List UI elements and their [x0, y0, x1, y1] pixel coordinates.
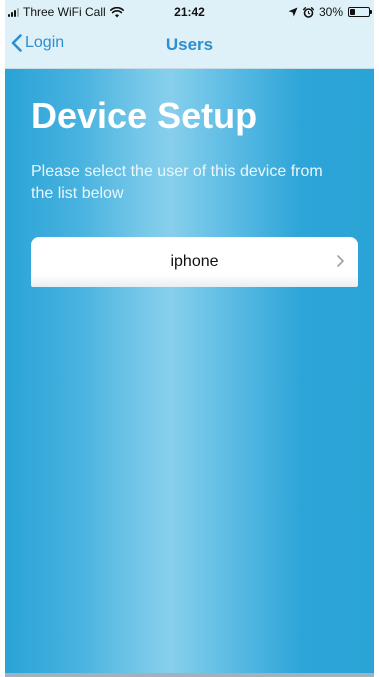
user-name-label: iphone — [170, 253, 219, 270]
device-screen: Three WiFi Call 21:42 30% Login Users De… — [5, 0, 374, 677]
location-icon — [288, 7, 298, 17]
chevron-right-icon — [337, 255, 344, 267]
nav-title: Users — [165, 35, 214, 54]
battery-level-fill — [350, 9, 355, 15]
battery-percent: 30% — [318, 5, 343, 19]
main-content: Device Setup Please select the user of t… — [5, 69, 374, 677]
user-list: iphone — [31, 237, 358, 287]
user-list-item[interactable]: iphone — [31, 237, 358, 287]
status-bar: Three WiFi Call 21:42 30% — [5, 0, 374, 24]
instructions-text: Please select the user of this device fr… — [31, 163, 323, 202]
page-title: Device Setup — [31, 95, 258, 136]
status-right: 30% — [288, 5, 372, 19]
navigation-bar: Login Users — [5, 24, 374, 69]
battery-icon — [348, 7, 372, 17]
bottom-bar — [5, 673, 374, 677]
alarm-icon — [302, 6, 314, 18]
